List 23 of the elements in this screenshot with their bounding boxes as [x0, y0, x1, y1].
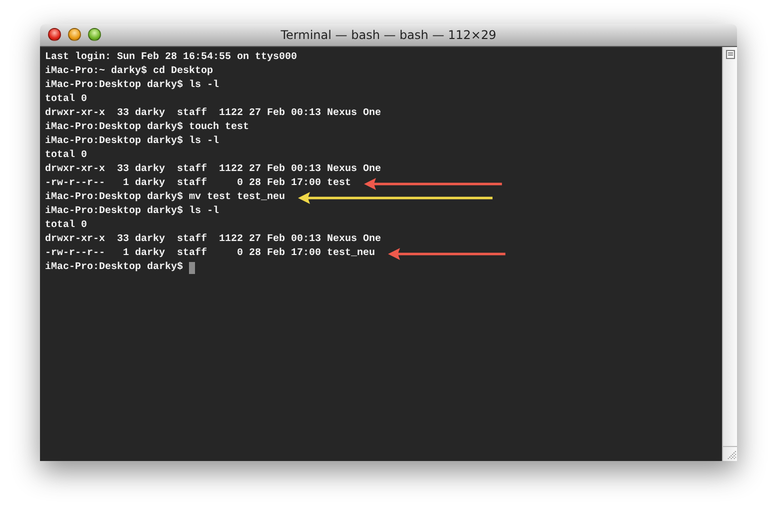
close-button[interactable]	[48, 28, 61, 41]
terminal-line: Last login: Sun Feb 28 16:54:55 on ttys000	[45, 51, 298, 65]
terminal-line: total 0	[45, 93, 88, 107]
terminal-line: iMac-Pro:Desktop darky$ ls -l	[45, 79, 220, 93]
terminal-line: drwxr-xr-x 33 darky staff 1122 27 Feb 00:13 Nexus One	[45, 233, 382, 247]
zoom-button[interactable]	[88, 28, 101, 41]
terminal-line: iMac-Pro:Desktop darky$ ls -l	[45, 205, 220, 219]
scroll-bar[interactable]	[722, 47, 737, 461]
terminal-line: total 0	[45, 149, 88, 163]
terminal-line: iMac-Pro:Desktop darky$ mv test test_neu	[45, 191, 286, 205]
resize-grip-icon[interactable]	[726, 449, 736, 459]
terminal-line: -rw-r--r-- 1 darky staff 0 28 Feb 17:00 test_neu	[45, 247, 376, 261]
terminal-line: iMac-Pro:Desktop darky$ touch test	[45, 121, 250, 135]
window-title: Terminal — bash — bash — 112×29	[280, 28, 496, 42]
split-pane-icon[interactable]	[726, 50, 734, 59]
terminal-line: total 0	[45, 219, 88, 233]
terminal-line: iMac-Pro:Desktop darky$	[45, 261, 184, 275]
terminal-line: iMac-Pro:~ darky$ cd Desktop	[45, 65, 214, 79]
terminal-line: drwxr-xr-x 33 darky staff 1122 27 Feb 00:13 Nexus One	[45, 107, 382, 121]
terminal-line: -rw-r--r-- 1 darky staff 0 28 Feb 17:00 test	[45, 177, 352, 191]
terminal-line: drwxr-xr-x 33 darky staff 1122 27 Feb 00:13 Nexus One	[45, 163, 382, 177]
minimize-button[interactable]	[68, 28, 81, 41]
terminal-line: iMac-Pro:Desktop darky$ ls -l	[45, 135, 220, 149]
